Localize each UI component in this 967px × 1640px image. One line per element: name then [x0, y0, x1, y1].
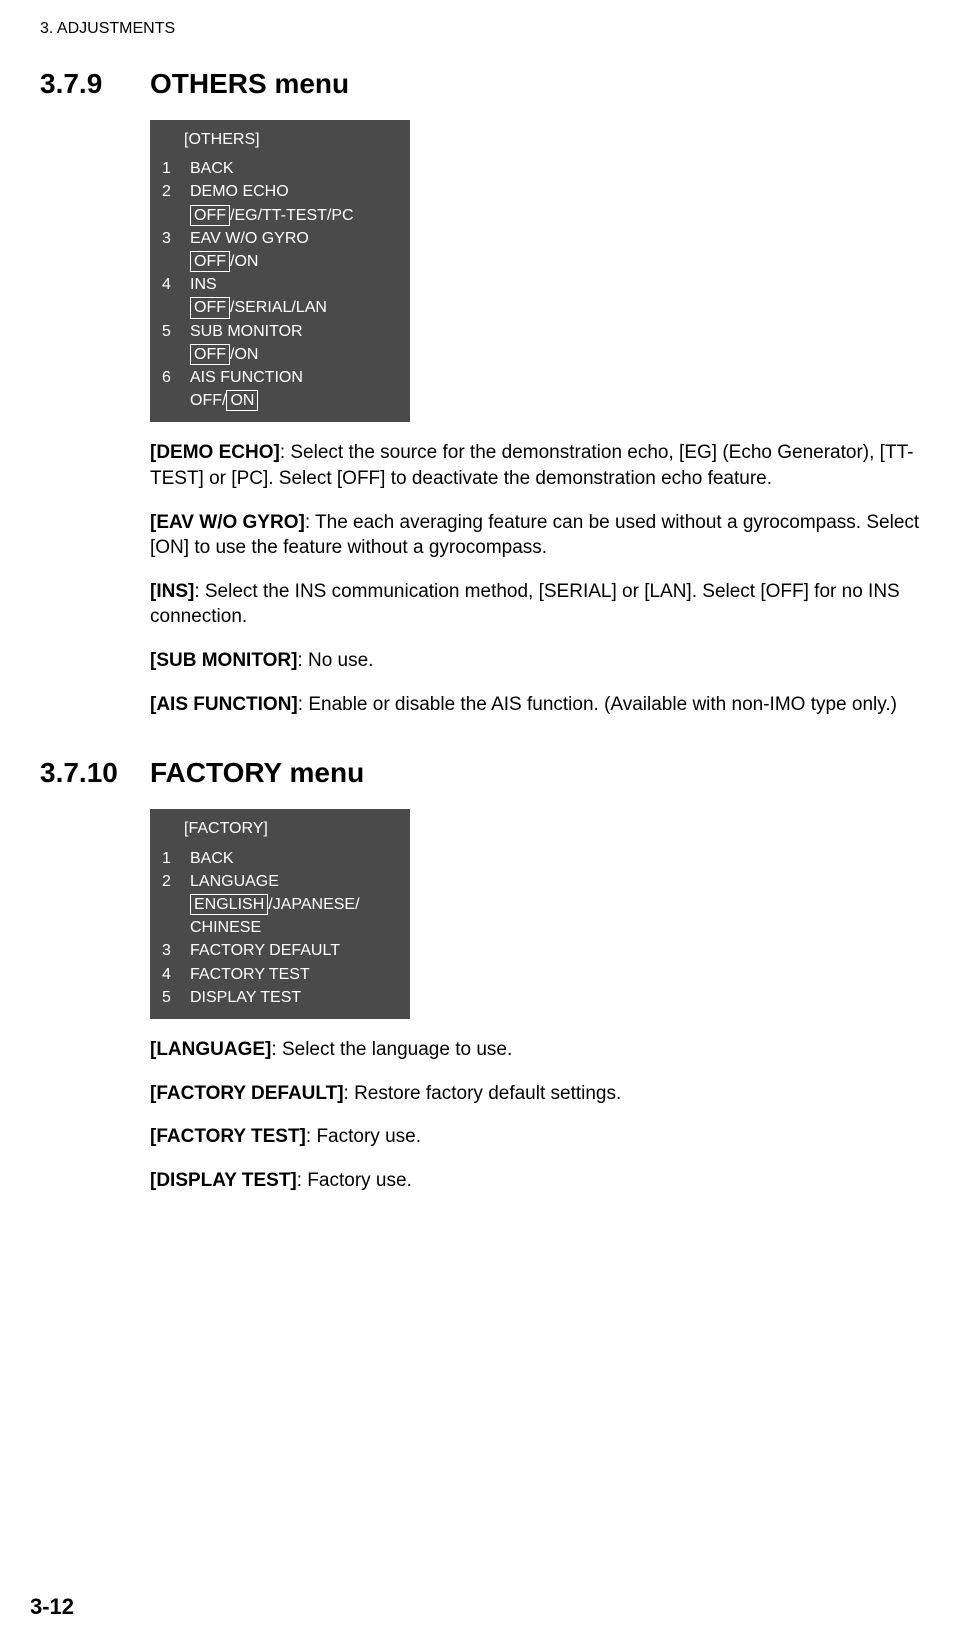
- menu-index: 6: [162, 366, 190, 389]
- menu-label: FACTORY TEST: [190, 963, 398, 986]
- menu-index: 2: [162, 180, 190, 203]
- menu-index: 1: [162, 847, 190, 870]
- menu-index: 4: [162, 963, 190, 986]
- para-factory-default: [FACTORY DEFAULT]: Restore factory defau…: [150, 1081, 927, 1107]
- section-title-factory: 3.7.10 FACTORY menu: [40, 757, 927, 789]
- section-number: 3.7.9: [40, 68, 150, 100]
- para-display-test: [DISPLAY TEST]: Factory use.: [150, 1168, 927, 1194]
- menu-item-factory-test: 4 FACTORY TEST: [162, 963, 398, 986]
- para-label: [DISPLAY TEST]: [150, 1170, 297, 1191]
- others-menu-box: [OTHERS] 1 BACK 2 DEMO ECHO OFF/EG/TT-TE…: [150, 120, 410, 422]
- selected-option: ON: [226, 390, 258, 411]
- page-number: 3-12: [30, 1594, 74, 1620]
- menu-item-language: 2 LANGUAGE: [162, 870, 398, 893]
- options-rest: /EG/TT-TEST/PC: [230, 207, 354, 224]
- para-sub-monitor: [SUB MONITOR]: No use.: [150, 648, 927, 674]
- menu-index: 2: [162, 870, 190, 893]
- menu-label: SUB MONITOR: [190, 320, 398, 343]
- para-text: : Restore factory default settings.: [344, 1083, 622, 1104]
- section-title-others: 3.7.9 OTHERS menu: [40, 68, 927, 100]
- para-language: [LANGUAGE]: Select the language to use.: [150, 1037, 927, 1063]
- para-text: : Select the language to use.: [271, 1039, 512, 1060]
- selected-option: OFF: [190, 297, 230, 318]
- options-rest: /ON: [230, 346, 258, 363]
- menu-title: [OTHERS]: [184, 128, 398, 151]
- selected-option: ENGLISH: [190, 894, 268, 915]
- menu-options: OFF/ON: [190, 389, 398, 412]
- menu-label: DEMO ECHO: [190, 180, 398, 203]
- para-text: : Factory use.: [297, 1170, 412, 1191]
- section-heading: FACTORY menu: [150, 757, 364, 789]
- para-text: : Select the INS communication method, […: [150, 581, 900, 628]
- chapter-header: 3. ADJUSTMENTS: [40, 20, 927, 38]
- options-rest: /SERIAL/LAN: [230, 299, 327, 316]
- menu-label: BACK: [190, 157, 398, 180]
- menu-index: 3: [162, 227, 190, 250]
- menu-index: 5: [162, 320, 190, 343]
- menu-label: FACTORY DEFAULT: [190, 939, 398, 962]
- menu-label: BACK: [190, 847, 398, 870]
- para-text: : No use.: [297, 650, 373, 671]
- menu-label: LANGUAGE: [190, 870, 398, 893]
- options-text: CHINESE: [190, 919, 261, 936]
- menu-index: 1: [162, 157, 190, 180]
- menu-item-display-test: 5 DISPLAY TEST: [162, 986, 398, 1009]
- para-label: [AIS FUNCTION]: [150, 694, 298, 715]
- menu-label: AIS FUNCTION: [190, 366, 398, 389]
- para-factory-test: [FACTORY TEST]: Factory use.: [150, 1124, 927, 1150]
- menu-options-line2: CHINESE: [190, 916, 398, 939]
- menu-item-eav: 3 EAV W/O GYRO: [162, 227, 398, 250]
- para-label: [SUB MONITOR]: [150, 650, 297, 671]
- para-eav: [EAV W/O GYRO]: The each averaging featu…: [150, 510, 927, 561]
- para-label: [FACTORY TEST]: [150, 1126, 306, 1147]
- menu-item-demo-echo: 2 DEMO ECHO: [162, 180, 398, 203]
- para-label: [DEMO ECHO]: [150, 442, 280, 463]
- menu-label: EAV W/O GYRO: [190, 227, 398, 250]
- menu-item-ins: 4 INS: [162, 273, 398, 296]
- para-text: : Factory use.: [306, 1126, 421, 1147]
- page: 3. ADJUSTMENTS 3.7.9 OTHERS menu [OTHERS…: [0, 0, 967, 1640]
- factory-menu-box: [FACTORY] 1 BACK 2 LANGUAGE ENGLISH/JAPA…: [150, 809, 410, 1019]
- para-label: [INS]: [150, 581, 194, 602]
- menu-options: OFF/EG/TT-TEST/PC: [190, 204, 398, 227]
- selected-option: OFF: [190, 344, 230, 365]
- menu-label: INS: [190, 273, 398, 296]
- menu-item-back: 1 BACK: [162, 847, 398, 870]
- menu-item-ais: 6 AIS FUNCTION: [162, 366, 398, 389]
- menu-options: OFF/SERIAL/LAN: [190, 296, 398, 319]
- menu-item-back: 1 BACK: [162, 157, 398, 180]
- menu-options: OFF/ON: [190, 343, 398, 366]
- selected-option: OFF: [190, 205, 230, 226]
- menu-label: DISPLAY TEST: [190, 986, 398, 1009]
- section-number: 3.7.10: [40, 757, 150, 789]
- para-demo-echo: [DEMO ECHO]: Select the source for the d…: [150, 440, 927, 491]
- menu-index: 4: [162, 273, 190, 296]
- menu-title: [FACTORY]: [184, 817, 398, 840]
- para-text: : Enable or disable the AIS function. (A…: [298, 694, 897, 715]
- options-rest: /JAPANESE/: [268, 896, 359, 913]
- para-ins: [INS]: Select the INS communication meth…: [150, 579, 927, 630]
- menu-options: ENGLISH/JAPANESE/: [190, 893, 398, 916]
- menu-index: 3: [162, 939, 190, 962]
- menu-index: 5: [162, 986, 190, 1009]
- menu-item-sub-monitor: 5 SUB MONITOR: [162, 320, 398, 343]
- menu-options: OFF/ON: [190, 250, 398, 273]
- para-label: [FACTORY DEFAULT]: [150, 1083, 344, 1104]
- options-pre: OFF/: [190, 392, 226, 409]
- para-label: [LANGUAGE]: [150, 1039, 271, 1060]
- menu-item-factory-default: 3 FACTORY DEFAULT: [162, 939, 398, 962]
- para-label: [EAV W/O GYRO]: [150, 512, 305, 533]
- options-rest: /ON: [230, 253, 258, 270]
- selected-option: OFF: [190, 251, 230, 272]
- para-ais: [AIS FUNCTION]: Enable or disable the AI…: [150, 692, 927, 718]
- section-heading: OTHERS menu: [150, 68, 349, 100]
